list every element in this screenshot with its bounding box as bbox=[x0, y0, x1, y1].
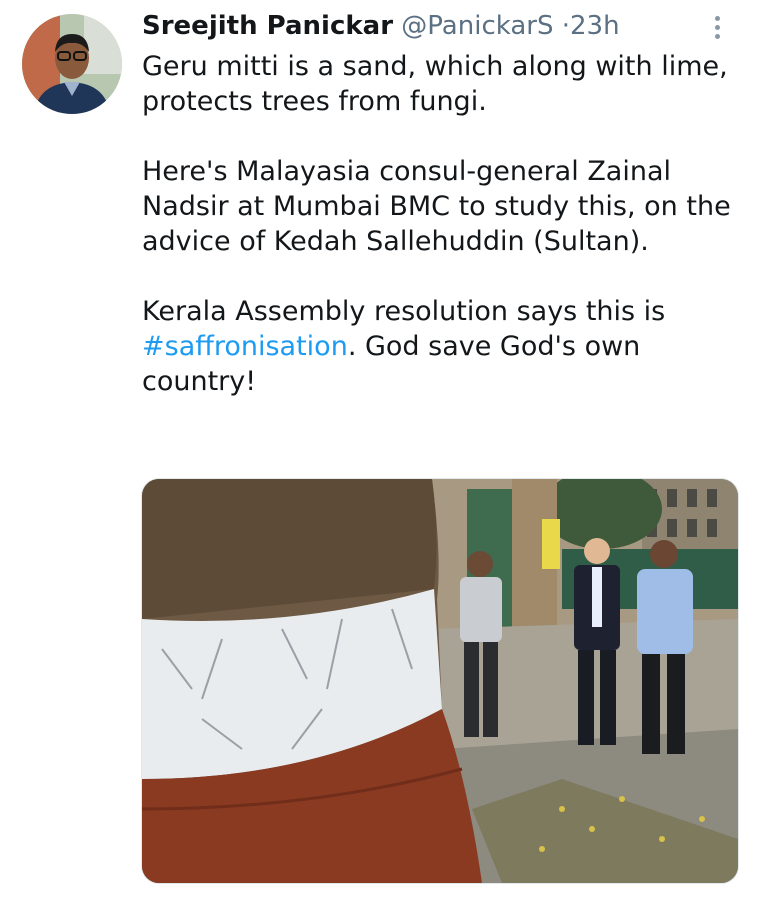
more-vertical-icon[interactable] bbox=[708, 14, 728, 40]
tweet-text: Geru mitti is a sand, which along with l… bbox=[142, 49, 742, 434]
tweet-paragraph-1: Geru mitti is a sand, which along with l… bbox=[142, 51, 728, 117]
photo-illustration bbox=[142, 479, 738, 883]
profile-photo bbox=[22, 14, 122, 114]
tweet-paragraph-2: Here's Malayasia consul-general Zainal N… bbox=[142, 156, 731, 257]
author-name[interactable]: Sreejith Panickar bbox=[142, 11, 393, 41]
tweet-time[interactable]: 23h bbox=[570, 11, 620, 41]
tweet-header: Sreejith Panickar @PanickarS ·23h bbox=[142, 8, 620, 44]
tweet-photo[interactable] bbox=[141, 478, 739, 884]
author-handle[interactable]: @PanickarS bbox=[401, 11, 553, 41]
separator: · bbox=[561, 11, 570, 41]
hashtag-link[interactable]: #saffronisation bbox=[142, 331, 348, 362]
tweet-paragraph-3: Kerala Assembly resolution says this is … bbox=[142, 294, 742, 399]
avatar[interactable] bbox=[22, 14, 122, 114]
paragraph-text: Kerala Assembly resolution says this is bbox=[142, 296, 666, 327]
